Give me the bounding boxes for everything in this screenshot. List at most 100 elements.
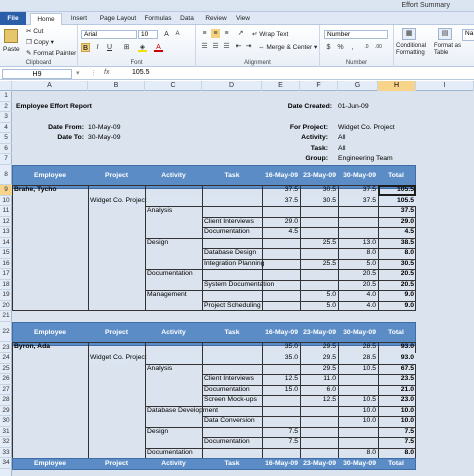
- currency-icon[interactable]: $: [324, 43, 333, 52]
- increase-decimal-icon[interactable]: .0: [362, 43, 371, 52]
- conditional-formatting-icon[interactable]: ▦: [402, 28, 416, 40]
- row-header-27[interactable]: 27: [0, 385, 12, 395]
- row-header-30[interactable]: 30: [0, 416, 12, 427]
- name-box-dropdown-icon[interactable]: ▾: [76, 69, 80, 77]
- row-header-16[interactable]: 16: [0, 259, 12, 269]
- s2-vline-d: [202, 342, 203, 468]
- decrease-indent-icon[interactable]: ⇤: [234, 42, 243, 51]
- paste-icon[interactable]: [4, 29, 18, 43]
- row-header-3[interactable]: 3: [0, 112, 12, 123]
- tab-file[interactable]: File: [0, 12, 26, 25]
- row-header-15[interactable]: 15: [0, 248, 12, 259]
- row-header-13[interactable]: 13: [0, 227, 12, 238]
- row-header-34[interactable]: 34: [0, 458, 12, 469]
- row-header-1[interactable]: 1: [0, 91, 12, 102]
- align-bottom-icon[interactable]: ≡: [222, 29, 231, 38]
- paste-button[interactable]: Paste: [3, 46, 20, 53]
- row-header-10[interactable]: 10: [0, 196, 12, 206]
- align-middle-icon[interactable]: ≡: [211, 29, 220, 38]
- row-header-33[interactable]: 33: [0, 448, 12, 458]
- column-a[interactable]: A: [12, 81, 88, 91]
- row-header-24[interactable]: 24: [0, 353, 12, 364]
- tab-review[interactable]: Review: [202, 13, 230, 25]
- row-header-28[interactable]: 28: [0, 395, 12, 406]
- cell-styles-gallery[interactable]: Na: [462, 29, 474, 41]
- column-g[interactable]: G: [338, 81, 378, 91]
- selected-cell-h9[interactable]: [378, 185, 416, 196]
- comma-icon[interactable]: ,: [348, 43, 357, 52]
- font-color-icon[interactable]: A: [154, 43, 163, 52]
- row-header-11[interactable]: 11: [0, 206, 12, 217]
- column-h[interactable]: H: [378, 81, 416, 91]
- row-header-2[interactable]: 2: [0, 102, 12, 112]
- column-c[interactable]: C: [145, 81, 202, 91]
- s1-cell-5-f: 25.5: [322, 259, 336, 267]
- column-e[interactable]: E: [262, 81, 300, 91]
- row-header-12[interactable]: 12: [0, 217, 12, 227]
- align-right-icon[interactable]: ☰: [222, 42, 231, 51]
- font-size-select[interactable]: 10: [138, 30, 158, 39]
- fill-color-icon[interactable]: ◈: [138, 43, 147, 52]
- column-b[interactable]: B: [88, 81, 145, 91]
- tab-data[interactable]: Data: [176, 13, 198, 25]
- cut-button[interactable]: ✂ Cut: [26, 27, 43, 35]
- column-f[interactable]: F: [300, 81, 338, 91]
- row-header-7[interactable]: 7: [0, 154, 12, 165]
- wrap-text-button[interactable]: ↵ Wrap Text: [252, 30, 288, 38]
- row-header-4[interactable]: 4: [0, 123, 12, 133]
- tab-insert[interactable]: Insert: [66, 13, 92, 25]
- row-header-8[interactable]: 8: [0, 165, 12, 185]
- merge-center-button[interactable]: ⇔ Merge & Center ▾: [258, 43, 317, 51]
- row-header-22[interactable]: 22: [0, 322, 12, 342]
- tab-formulas[interactable]: Formulas: [142, 13, 174, 25]
- borders-icon[interactable]: ⊞: [122, 43, 131, 52]
- s2-vline-f: [300, 342, 301, 468]
- align-center-icon[interactable]: ☰: [211, 42, 220, 51]
- copy-button[interactable]: ❐ Copy ▾: [26, 38, 54, 46]
- number-format-select[interactable]: Number: [324, 30, 388, 39]
- format-painter-button[interactable]: ✎ Format Painter: [26, 49, 76, 57]
- tab-page-layout[interactable]: Page Layout: [96, 13, 140, 25]
- percent-icon[interactable]: %: [336, 43, 345, 52]
- name-box[interactable]: H9: [2, 69, 72, 79]
- column-d[interactable]: D: [202, 81, 262, 91]
- row-header-32[interactable]: 32: [0, 437, 12, 448]
- row-header-5[interactable]: 5: [0, 133, 12, 144]
- conditional-formatting-button[interactable]: Conditional Formatting: [396, 43, 432, 57]
- shrink-font-icon[interactable]: A: [173, 30, 182, 39]
- decrease-decimal-icon[interactable]: .00: [374, 43, 383, 52]
- row-header-19[interactable]: 19: [0, 290, 12, 301]
- s1-vline-b: [88, 185, 89, 311]
- s1-cell-3-h: 38.5: [400, 238, 414, 246]
- align-left-icon[interactable]: ☰: [200, 42, 209, 51]
- underline-icon[interactable]: U: [105, 43, 114, 52]
- italic-icon[interactable]: I: [93, 43, 102, 52]
- row-header-14[interactable]: 14: [0, 238, 12, 248]
- bold-icon[interactable]: B: [81, 43, 90, 52]
- row-header-17[interactable]: 17: [0, 269, 12, 280]
- font-label: Font: [130, 60, 143, 66]
- formula-input[interactable]: 105.5: [132, 69, 150, 76]
- orientation-icon[interactable]: ↗: [236, 29, 245, 38]
- increase-indent-icon[interactable]: ⇥: [244, 42, 253, 51]
- font-name-select[interactable]: Arial: [81, 30, 137, 39]
- grow-font-icon[interactable]: A: [162, 30, 171, 39]
- row-header-18[interactable]: 18: [0, 280, 12, 290]
- column-i[interactable]: I: [416, 81, 474, 91]
- row-header-31[interactable]: 31: [0, 427, 12, 437]
- tab-view[interactable]: View: [232, 13, 254, 25]
- row-header-29[interactable]: 29: [0, 406, 12, 416]
- align-top-icon[interactable]: ≡: [200, 29, 209, 38]
- row-header-6[interactable]: 6: [0, 144, 12, 154]
- row-header-26[interactable]: 26: [0, 374, 12, 385]
- row-header-9[interactable]: 9: [0, 185, 12, 196]
- select-all-corner[interactable]: [0, 81, 12, 91]
- row-header-20[interactable]: 20: [0, 301, 12, 311]
- row-header-25[interactable]: 25: [0, 364, 12, 374]
- row-header-21[interactable]: 21: [0, 311, 12, 322]
- cell-grid[interactable]: Employee Effort Report Date Created: 01-Ju…: [12, 91, 474, 476]
- format-as-table-button[interactable]: Format as Table: [434, 43, 462, 57]
- insert-function-icon[interactable]: fx: [104, 69, 109, 76]
- format-table-icon[interactable]: ▤: [438, 28, 452, 40]
- row-header-23[interactable]: 23: [0, 342, 12, 353]
